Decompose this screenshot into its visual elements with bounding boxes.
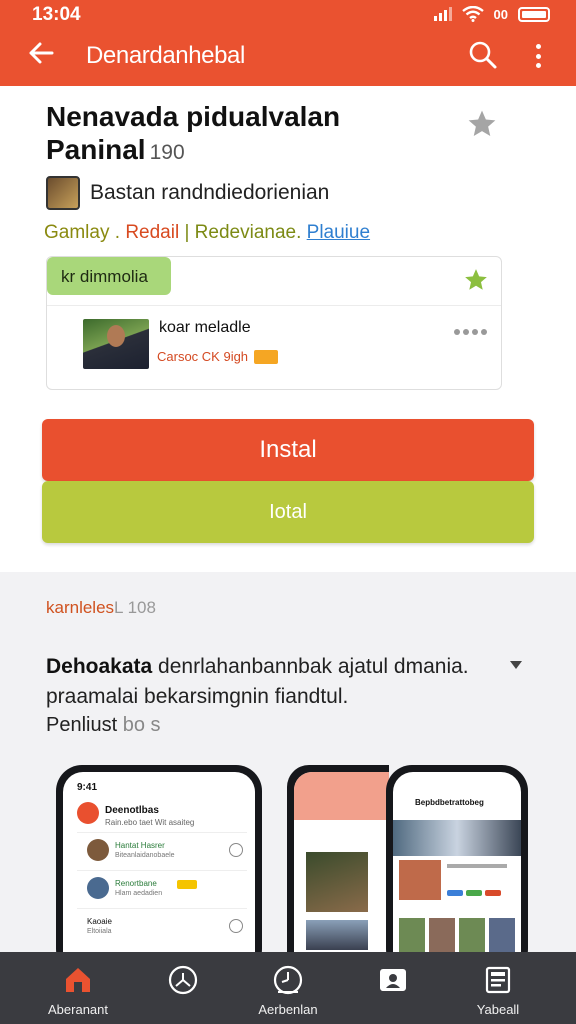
- row-name: Renortbane: [115, 879, 157, 888]
- phone-2-header: [294, 772, 389, 820]
- wifi-icon: [461, 6, 484, 22]
- row-detail: Hlam aedadien: [115, 890, 163, 897]
- nav-item-home[interactable]: Aberanant: [23, 952, 133, 1024]
- category-tags: Gamlay . Redail | Redevianae. Plauiue: [44, 222, 370, 244]
- phone-3-row: [399, 860, 517, 900]
- phone-1-subtitle: Rain.ebo taet Wit asaiteg: [105, 818, 195, 827]
- phone-2-image: [306, 920, 368, 950]
- row-name: Hantat Hasrer: [115, 841, 165, 850]
- developer-row[interactable]: Bastan randndiedorienian: [46, 176, 329, 210]
- battery-label: 00: [493, 6, 508, 22]
- phone-3-title: Bepbdbetrattobeg: [415, 798, 484, 807]
- screenshot-phone-1[interactable]: 9:41 Deenotlbas Rain.ebo taet Wit asaite…: [56, 765, 262, 975]
- library-icon: [485, 966, 511, 994]
- row-badge: [177, 880, 197, 889]
- search-icon[interactable]: [468, 40, 498, 70]
- phone-2-image: [306, 852, 368, 912]
- nav-item-profile[interactable]: [338, 952, 448, 1024]
- status-icons: 00: [433, 6, 550, 22]
- description-text: Dehoakata denrlahanbannbak ajatul dmania…: [46, 652, 516, 712]
- phone-1-screen: 9:41 Deenotlbas Rain.ebo taet Wit asaite…: [63, 772, 255, 975]
- app-title-text: Nenavada pidualvalan Paninal: [46, 101, 341, 165]
- reviewer-meta-text: Carsoc CK 9igh: [157, 349, 249, 364]
- review-card[interactable]: kr dimmolia koar meladle Carsoc CK 9igh: [46, 256, 502, 390]
- timer-icon: [273, 965, 303, 995]
- reviewer-name: koar meladle: [159, 319, 251, 336]
- tag-category[interactable]: Gamlay .: [44, 222, 120, 243]
- nav-item-library[interactable]: Yabeall: [443, 952, 553, 1024]
- read-more-suffix: bo s: [122, 714, 161, 736]
- row-line: [447, 864, 507, 868]
- section-label-suffix: L 108: [114, 598, 156, 617]
- phone-1-row: Renortbane Hlam aedadien: [77, 870, 247, 904]
- review-chip[interactable]: kr dimmolia: [47, 257, 171, 295]
- row-image: [399, 860, 441, 900]
- nav-label-home: Aberanant: [48, 1002, 108, 1017]
- tag-rating[interactable]: Redail: [125, 222, 179, 243]
- row-clock-icon: [229, 919, 243, 933]
- section-label-text: karnleles: [46, 598, 115, 617]
- app-title-suffix: 190: [149, 141, 185, 164]
- phone-1-logo: [77, 802, 99, 824]
- developer-name: Bastan randndiedorienian: [90, 181, 330, 204]
- screenshot-phone-3[interactable]: Bepbdbetrattobeg: [386, 765, 528, 975]
- signal-icon: [433, 7, 452, 21]
- row-detail: Eltoiiala: [87, 928, 112, 935]
- reviewer-badge-icon: [254, 349, 279, 364]
- row-detail: Biteanlaidanobaele: [115, 852, 175, 859]
- nav-item-timer[interactable]: Aerbenlan: [233, 952, 343, 1024]
- read-more-link[interactable]: Penliust bo s: [46, 714, 161, 737]
- reviewer-meta: Carsoc CK 9igh: [157, 349, 279, 364]
- bottom-navigation: Aberanant Aerbenlan Yabeall: [0, 952, 576, 1024]
- review-star-icon[interactable]: [463, 267, 489, 293]
- reviewer-photo: [83, 319, 149, 369]
- review-more-icon[interactable]: [454, 329, 487, 335]
- secondary-install-button[interactable]: Iotal: [42, 481, 534, 543]
- phone-1-row: Hantat Hasrer Biteanlaidanobaele: [77, 832, 247, 866]
- battery-icon: [518, 6, 550, 22]
- favorite-star-icon[interactable]: [466, 108, 498, 140]
- phone-1-title: Deenotlbas: [105, 805, 159, 816]
- app-bar-title: Denardanhebal: [86, 42, 245, 69]
- row-chips: [447, 890, 501, 896]
- phone-3-banner: [393, 820, 521, 856]
- screenshot-phone-2[interactable]: [287, 765, 389, 975]
- read-more-text: Penliust: [46, 714, 118, 736]
- review-divider: [47, 305, 501, 306]
- section-label: karnlelesL 108: [46, 598, 156, 618]
- row-avatar: [87, 877, 109, 899]
- install-button[interactable]: Instal: [42, 419, 534, 481]
- row-name: Kaoaie: [87, 917, 112, 926]
- phone-2-screen: [294, 772, 389, 975]
- back-arrow-icon[interactable]: [24, 36, 58, 70]
- status-time: 13:04: [32, 4, 81, 25]
- phone-1-row: Kaoaie Eltoiiala: [77, 908, 247, 942]
- developer-avatar: [46, 176, 80, 210]
- phone-1-time: 9:41: [77, 782, 98, 793]
- app-title: Nenavada pidualvalan Paninal 190: [46, 100, 446, 169]
- tag-link[interactable]: Plauiue: [307, 222, 370, 243]
- nav-label-timer: Aerbenlan: [258, 1002, 318, 1017]
- nav-label-library: Yabeall: [476, 1002, 520, 1017]
- more-options-icon[interactable]: [528, 42, 548, 70]
- home-icon: [66, 968, 90, 992]
- tag-relevance[interactable]: | Redevianae.: [184, 222, 301, 243]
- row-clock-icon: [229, 843, 243, 857]
- description-lead: Dehoakata: [46, 655, 153, 678]
- nav-item-clock[interactable]: [128, 952, 238, 1024]
- row-avatar: [87, 839, 109, 861]
- chevron-down-icon[interactable]: [509, 660, 523, 670]
- profile-card-icon: [380, 969, 406, 991]
- status-bar: 13:04 00: [0, 0, 576, 30]
- app-header: 13:04 00 Denardanhebal: [0, 0, 576, 86]
- phone-3-grid: [399, 918, 515, 952]
- clock-icon: [168, 965, 198, 995]
- phone-3-screen: Bepbdbetrattobeg: [393, 772, 521, 975]
